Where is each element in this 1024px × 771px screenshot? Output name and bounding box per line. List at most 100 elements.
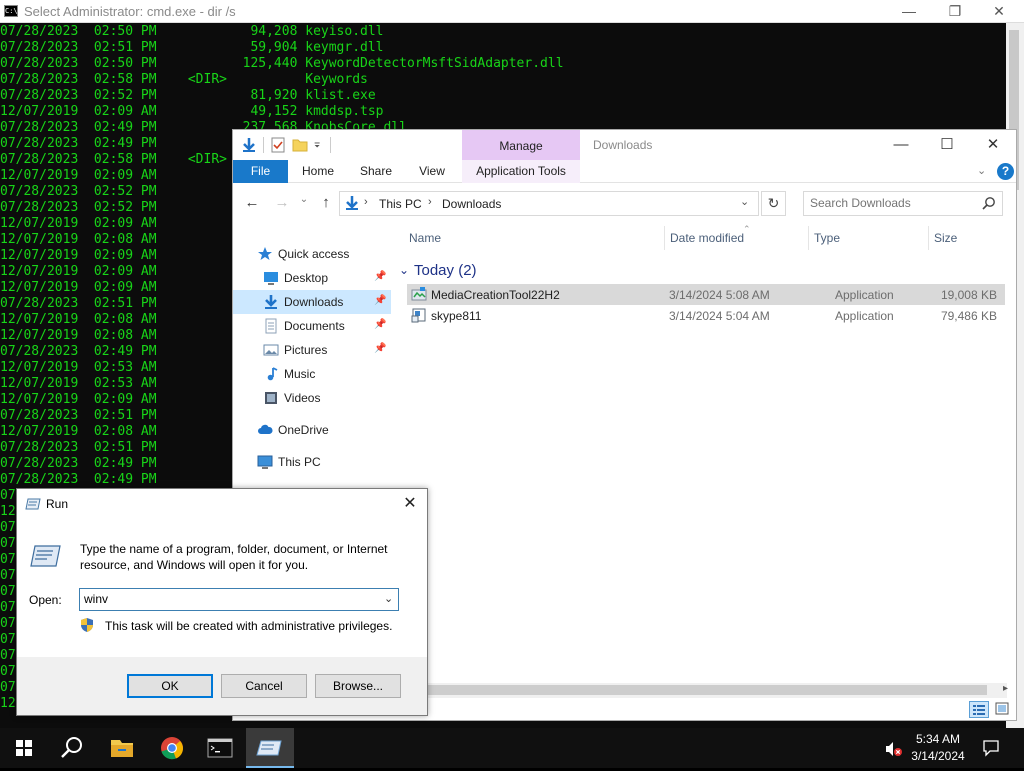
tab-application-tools[interactable]: Application Tools (462, 160, 580, 183)
nav-item-music[interactable]: Music (233, 362, 391, 386)
column-divider[interactable] (808, 226, 809, 250)
quick-access-toolbar (241, 136, 331, 154)
taskbar-run[interactable] (246, 728, 294, 768)
forward-button[interactable]: → (271, 194, 293, 211)
properties-icon[interactable] (270, 137, 286, 153)
run-titlebar[interactable]: Run ✕ (17, 489, 427, 519)
group-label: Today (2) (414, 262, 477, 279)
refresh-button[interactable]: ↻ (761, 191, 786, 216)
nav-item-pictures[interactable]: Pictures 📌 (233, 338, 391, 362)
search-box[interactable] (803, 191, 1003, 216)
column-name[interactable]: Name (409, 231, 441, 245)
run-title: Run (46, 497, 69, 511)
tab-home[interactable]: Home (295, 160, 341, 183)
file-explorer-icon (111, 740, 133, 757)
open-dropdown-icon[interactable]: ⌄ (384, 592, 393, 605)
pin-icon[interactable]: 📌 (374, 319, 386, 330)
cmd-close-button[interactable]: ✕ (976, 0, 1022, 23)
column-size[interactable]: Size (934, 231, 957, 245)
tab-share[interactable]: Share (353, 160, 399, 183)
back-button[interactable]: ← (241, 194, 263, 211)
uac-shield-icon (81, 618, 93, 632)
explorer-close-button[interactable]: ✕ (970, 130, 1016, 160)
breadcrumb-separator[interactable]: › (428, 196, 432, 208)
collapse-group-icon[interactable]: ⌄ (399, 263, 409, 277)
pin-icon[interactable]: 📌 (374, 343, 386, 354)
help-icon[interactable]: ? (997, 163, 1014, 180)
group-header-today[interactable]: ⌄ Today (2) (399, 262, 999, 282)
ribbon-expand-icon[interactable]: ⌄ (977, 164, 986, 177)
volume-muted-icon[interactable] (884, 740, 904, 758)
clock-time[interactable]: 5:34 AM (906, 732, 970, 746)
column-divider[interactable] (664, 226, 665, 250)
breadcrumb-downloads[interactable]: Downloads (442, 197, 501, 211)
nav-item-this-pc[interactable]: This PC (233, 450, 391, 474)
recent-locations-button[interactable]: ⌄ (293, 194, 315, 205)
cancel-button[interactable]: Cancel (221, 674, 307, 698)
customize-qat-icon[interactable] (314, 137, 324, 153)
taskbar-search-button[interactable] (48, 728, 96, 768)
open-input[interactable] (84, 592, 374, 606)
nav-item-quick-access[interactable]: Quick access (233, 242, 391, 266)
breadcrumb-separator[interactable]: › (364, 196, 368, 208)
horizontal-scrollbar-thumb[interactable] (427, 685, 987, 695)
new-folder-icon[interactable] (292, 137, 308, 153)
up-button[interactable]: ↑ (315, 194, 337, 211)
taskbar-file-explorer[interactable] (98, 728, 146, 768)
document-icon (265, 318, 277, 334)
explorer-titlebar[interactable]: Manage Downloads — ☐ ✕ (233, 130, 1016, 160)
cmd-maximize-button[interactable]: ❐ (932, 0, 978, 23)
clock-date[interactable]: 3/14/2024 (906, 749, 970, 763)
nav-item-videos[interactable]: Videos (233, 386, 391, 410)
ok-button[interactable]: OK (127, 674, 213, 698)
browse-button[interactable]: Browse... (315, 674, 401, 698)
cmd-icon: C:\ (4, 5, 18, 17)
picture-icon (263, 344, 279, 356)
table-row[interactable]: skype811 3/14/2024 5:04 AM Application 79,4… (407, 305, 1005, 326)
explorer-maximize-button[interactable]: ☐ (924, 130, 970, 160)
table-row[interactable]: MediaCreationTool22H2 3/14/2024 5:08 AM Ap… (407, 284, 1005, 305)
taskbar-chrome[interactable] (148, 728, 196, 768)
nav-item-onedrive[interactable]: OneDrive (233, 418, 391, 442)
scroll-right-icon[interactable]: ▸ (1003, 683, 1008, 694)
tab-manage[interactable]: Manage (462, 130, 580, 160)
start-button[interactable] (0, 728, 48, 768)
cmd-minimize-button[interactable]: — (886, 0, 932, 23)
run-close-button[interactable]: ✕ (395, 493, 425, 513)
run-program-icon (30, 545, 61, 567)
address-bar[interactable]: › This PC › Downloads ⌄ (339, 191, 759, 216)
address-bar-row: ← → ⌄ ↑ › This PC › Downloads ⌄ ↻ (233, 184, 1016, 222)
notifications-icon[interactable] (982, 739, 1000, 757)
nav-item-desktop[interactable]: Desktop 📌 (233, 266, 391, 290)
search-icon[interactable] (982, 196, 996, 210)
video-icon (265, 392, 277, 404)
explorer-minimize-button[interactable]: — (878, 130, 924, 160)
pin-icon[interactable]: 📌 (374, 271, 386, 282)
music-icon (267, 367, 278, 381)
column-date-modified[interactable]: Date modified (670, 231, 744, 245)
nav-item-downloads[interactable]: Downloads 📌 (233, 290, 391, 314)
download-arrow-icon[interactable] (241, 137, 257, 153)
open-combobox[interactable]: ⌄ (79, 588, 399, 611)
taskbar: 5:34 AM 3/14/2024 (0, 728, 1024, 768)
cell-name: skype811 (431, 309, 482, 323)
downloads-location-icon (346, 196, 358, 210)
run-description: Type the name of a program, folder, docu… (80, 542, 388, 572)
taskbar-cmd[interactable] (196, 728, 244, 768)
run-dialog[interactable]: Run ✕ Type the name of a program, folder… (16, 488, 428, 716)
column-type[interactable]: Type (814, 231, 840, 245)
large-icons-view-button[interactable] (993, 701, 1013, 718)
address-dropdown-icon[interactable]: ⌄ (740, 195, 749, 208)
breadcrumb-this-pc[interactable]: This PC (379, 197, 422, 211)
details-view-icon (973, 705, 985, 715)
nav-item-documents[interactable]: Documents 📌 (233, 314, 391, 338)
column-divider[interactable] (928, 226, 929, 250)
file-list: Name Date modified ⌃ Type Size ⌄ Today (… (399, 222, 1007, 692)
tab-view[interactable]: View (409, 160, 455, 183)
cmd-titlebar[interactable]: C:\ Select Administrator: cmd.exe - dir … (0, 0, 1024, 23)
search-input[interactable] (810, 196, 975, 210)
pin-icon[interactable]: 📌 (374, 295, 386, 306)
details-view-button[interactable] (969, 701, 989, 718)
cmd-output-line: 07/28/2023 02:50 PM 94,208 keyiso.dll (0, 24, 384, 39)
tab-file[interactable]: File (233, 160, 288, 183)
